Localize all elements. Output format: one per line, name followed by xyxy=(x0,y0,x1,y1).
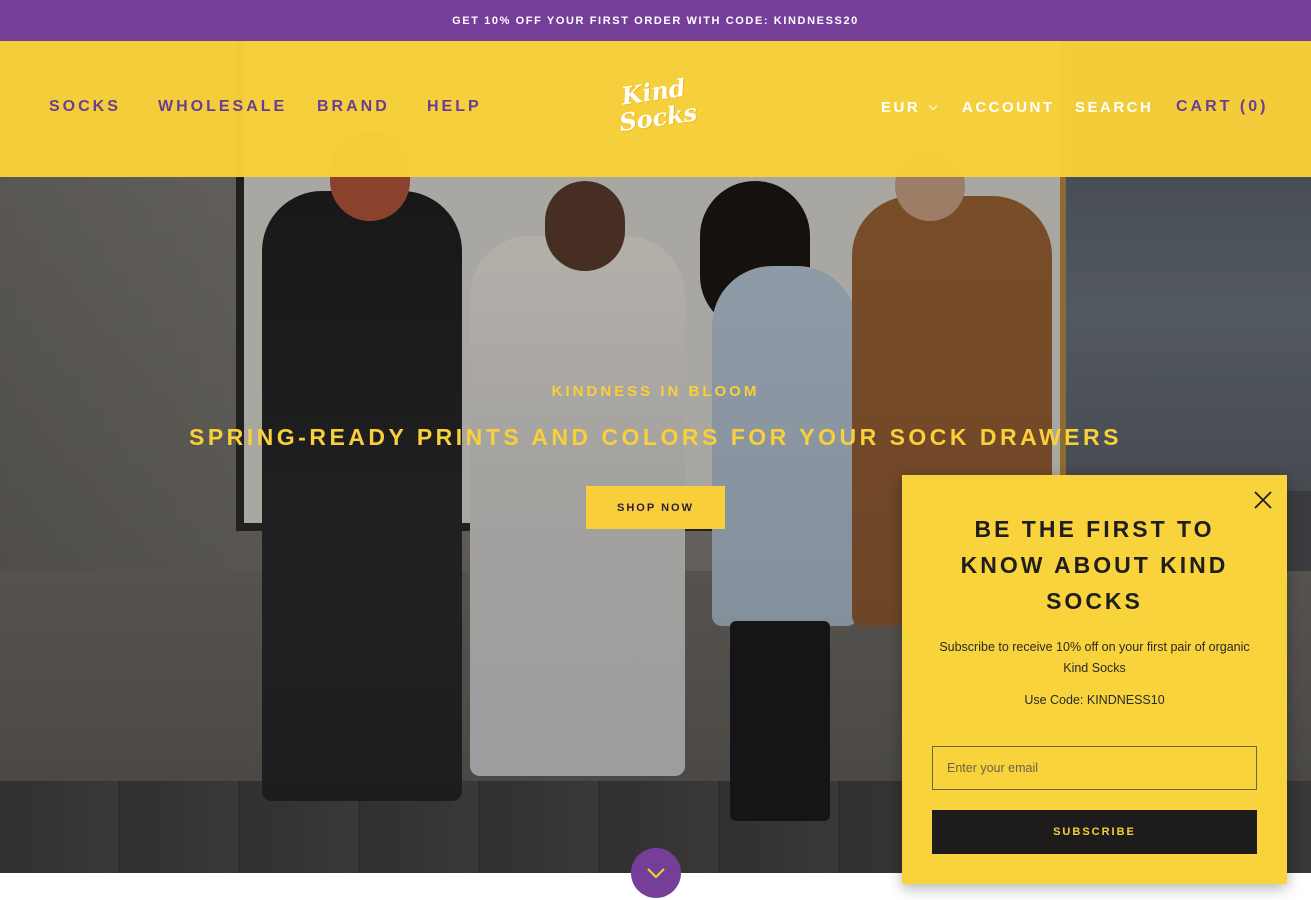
scroll-down-icon xyxy=(647,868,665,879)
site-header: SOCKS WHOLESALE BRAND HELP Kind Socks EU… xyxy=(0,41,1311,177)
subscribe-button[interactable]: SUBSCRIBE xyxy=(932,810,1257,854)
nav-help[interactable]: HELP xyxy=(427,98,482,116)
hero-kicker: KINDNESS IN BLOOM xyxy=(551,383,760,400)
chevron-down-icon xyxy=(928,101,938,111)
popup-subtitle: Subscribe to receive 10% off on your fir… xyxy=(939,640,1250,675)
currency-selector[interactable]: EUR xyxy=(881,99,938,116)
close-icon[interactable] xyxy=(1252,489,1274,511)
shop-now-button[interactable]: SHOP NOW xyxy=(586,486,725,529)
nav-socks[interactable]: SOCKS xyxy=(49,98,121,116)
nav-wholesale[interactable]: WHOLESALE xyxy=(158,98,287,116)
currency-label: EUR xyxy=(881,99,921,116)
announcement-bar: GET 10% OFF YOUR FIRST ORDER WITH CODE: … xyxy=(0,0,1311,41)
nav-brand[interactable]: BRAND xyxy=(317,98,390,116)
email-field[interactable] xyxy=(932,746,1257,790)
popup-code: Use Code: KINDNESS10 xyxy=(1024,693,1165,707)
announcement-text: GET 10% OFF YOUR FIRST ORDER WITH CODE: … xyxy=(452,14,859,27)
scroll-down-button[interactable] xyxy=(631,848,681,898)
kind-socks-logo[interactable]: Kind Socks xyxy=(614,73,698,146)
nav-cart[interactable]: CART (0) xyxy=(1176,98,1268,116)
nav-search[interactable]: SEARCH xyxy=(1075,99,1153,116)
newsletter-popup: BE THE FIRST TO KNOW ABOUT KIND SOCKS Su… xyxy=(902,475,1287,884)
popup-title: BE THE FIRST TO KNOW ABOUT KIND SOCKS xyxy=(960,516,1229,614)
hero-title: SPRING-READY PRINTS AND COLORS FOR YOUR … xyxy=(189,424,1122,450)
nav-account[interactable]: ACCOUNT xyxy=(962,99,1055,116)
